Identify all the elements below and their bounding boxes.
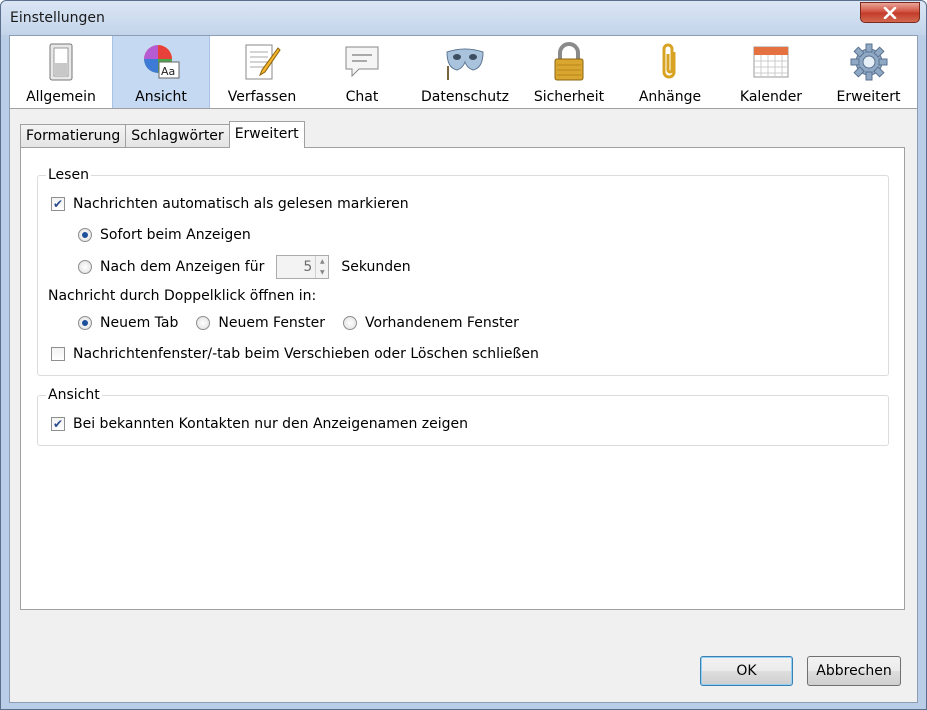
after-delay-radio[interactable] — [78, 260, 92, 274]
close-on-move-label: Nachrichtenfenster/-tab beim Verschieben… — [73, 346, 539, 362]
toolbar-label: Kalender — [739, 89, 803, 105]
ansicht-group: Ansicht ✔ Bei bekannten Kontakten nur de… — [37, 387, 889, 446]
lesen-group: Lesen ✔ Nachrichten automatisch als gele… — [37, 167, 889, 376]
toolbar-erweitert[interactable]: Erweitert — [820, 36, 917, 108]
toolbar-label: Ansicht — [135, 89, 187, 105]
close-on-move-checkbox-row[interactable]: Nachrichtenfenster/-tab beim Verschieben… — [51, 346, 539, 362]
auto-mark-label: Nachrichten automatisch als gelesen mark… — [73, 196, 409, 212]
existing-window-label[interactable]: Vorhandenem Fenster — [365, 315, 519, 331]
new-tab-label[interactable]: Neuem Tab — [100, 315, 178, 331]
close-icon — [883, 6, 897, 19]
new-window-radio[interactable] — [196, 316, 211, 330]
after-delay-label: Nach dem Anzeigen für — [100, 259, 265, 275]
title-bar[interactable]: Einstellungen — [1, 1, 926, 35]
immediately-radio[interactable] — [78, 228, 92, 242]
stepper-up-icon[interactable]: ▲ — [316, 256, 328, 267]
ok-button[interactable]: OK — [700, 656, 793, 686]
switch-icon — [41, 42, 81, 82]
calendar-icon — [751, 42, 791, 82]
tab-strip: Formatierung Schlagwörter Erweitert — [20, 121, 305, 148]
toolbar-sicherheit[interactable]: Sicherheit — [520, 36, 618, 108]
close-button[interactable] — [860, 2, 920, 23]
doubleclick-options: Neuem Tab Neuem Fenster Vorhandenem Fens… — [78, 315, 519, 331]
mask-icon — [445, 42, 485, 82]
new-tab-radio[interactable] — [78, 316, 92, 330]
seconds-suffix: Sekunden — [341, 259, 411, 275]
seconds-value[interactable]: 5 — [277, 256, 315, 278]
doubleclick-label: Nachricht durch Doppelklick öffnen in: — [48, 288, 317, 304]
display-names-checkbox[interactable]: ✔ — [51, 417, 65, 431]
dialog-client: Allgemein Aa Ansicht Verfassen Chat Date… — [9, 35, 918, 703]
toolbar-label: Allgemein — [26, 89, 96, 105]
close-on-move-checkbox[interactable] — [51, 347, 65, 361]
auto-mark-checkbox[interactable]: ✔ — [51, 197, 65, 211]
toolbar-label: Datenschutz — [421, 89, 509, 105]
toolbar-label: Anhänge — [638, 89, 702, 105]
toolbar-ansicht[interactable]: Aa Ansicht — [112, 36, 210, 108]
gear-icon — [849, 42, 889, 82]
toolbar-verfassen[interactable]: Verfassen — [210, 36, 314, 108]
tab-schlagwoerter[interactable]: Schlagwörter — [125, 124, 230, 148]
toolbar-label: Sicherheit — [533, 89, 605, 105]
toolbar-kalender[interactable]: Kalender — [722, 36, 820, 108]
seconds-stepper[interactable]: 5 ▲ ▼ — [276, 255, 330, 279]
immediately-radio-row[interactable]: Sofort beim Anzeigen — [78, 227, 251, 243]
color-wheel-font-icon: Aa — [141, 42, 181, 82]
new-window-label[interactable]: Neuem Fenster — [218, 315, 325, 331]
svg-text:Aa: Aa — [161, 65, 175, 78]
toolbar-label: Verfassen — [227, 89, 297, 105]
lesen-group-label: Lesen — [46, 167, 91, 183]
toolbar-anhaenge[interactable]: Anhänge — [618, 36, 722, 108]
toolbar-allgemein[interactable]: Allgemein — [10, 36, 112, 108]
stepper-down-icon[interactable]: ▼ — [316, 267, 328, 278]
toolbar-chat[interactable]: Chat — [314, 36, 410, 108]
tab-erweitert[interactable]: Erweitert — [228, 121, 305, 148]
toolbar-label: Erweitert — [836, 89, 901, 105]
after-delay-radio-row[interactable]: Nach dem Anzeigen für 5 ▲ ▼ Sekunden — [78, 255, 411, 279]
paperclip-icon — [650, 42, 690, 82]
doubleclick-label-row: Nachricht durch Doppelklick öffnen in: — [48, 288, 316, 304]
padlock-icon — [549, 42, 589, 82]
display-names-label: Bei bekannten Kontakten nur den Anzeigen… — [73, 416, 469, 432]
tab-formatierung[interactable]: Formatierung — [20, 124, 127, 148]
notepad-pencil-icon — [242, 42, 282, 82]
chat-bubble-icon — [342, 42, 382, 82]
auto-mark-checkbox-row[interactable]: ✔ Nachrichten automatisch als gelesen ma… — [51, 196, 409, 212]
immediately-label: Sofort beim Anzeigen — [100, 227, 251, 243]
window-title: Einstellungen — [10, 10, 105, 26]
settings-window: Einstellungen Allgemein Aa Ansicht Verfa… — [0, 0, 927, 710]
tab-panel: Lesen ✔ Nachrichten automatisch als gele… — [20, 147, 905, 610]
ansicht-group-label: Ansicht — [46, 387, 102, 403]
existing-window-radio[interactable] — [342, 316, 357, 330]
toolbar-datenschutz[interactable]: Datenschutz — [410, 36, 520, 108]
display-names-checkbox-row[interactable]: ✔ Bei bekannten Kontakten nur den Anzeig… — [51, 416, 468, 432]
category-toolbar: Allgemein Aa Ansicht Verfassen Chat Date… — [10, 36, 917, 109]
toolbar-label: Chat — [345, 89, 379, 105]
cancel-button[interactable]: Abbrechen — [807, 656, 901, 686]
